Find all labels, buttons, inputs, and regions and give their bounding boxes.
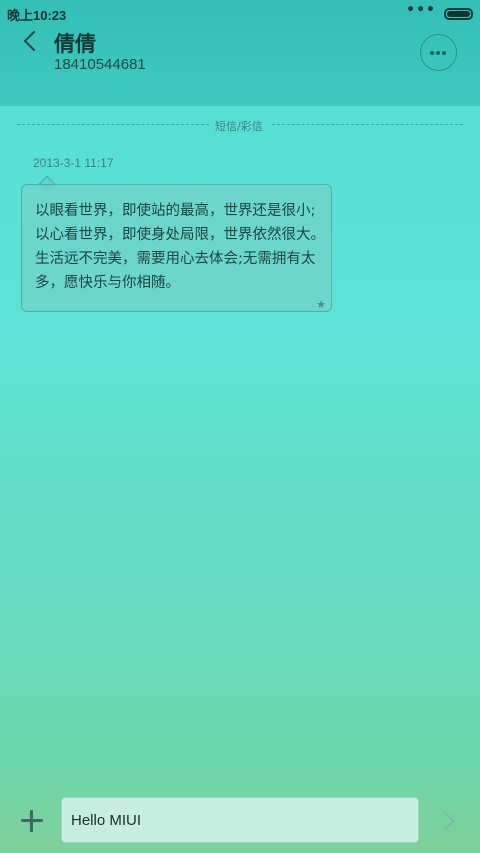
add-attachment-button[interactable] [18, 807, 46, 835]
status-bar: 晚上10:23 ••• [0, 0, 480, 26]
battery-icon [444, 8, 473, 20]
message-input-value: Hello MIUI [71, 812, 142, 829]
contact-name: 倩倩 [54, 32, 96, 56]
message-type-label: 短信/彩信 [215, 120, 263, 133]
back-button[interactable] [16, 26, 46, 56]
chevron-right-icon [444, 812, 455, 830]
message-text: 以眼看世界，即使站的最高，世界还是很小;以心看世界，即使身处局限，世界依然很大。… [35, 203, 325, 291]
chevron-left-icon [23, 30, 36, 52]
status-time: 晚上10:23 [7, 8, 67, 23]
more-options-button[interactable] [420, 34, 457, 71]
battery-level [447, 11, 470, 17]
message-input[interactable]: Hello MIUI [61, 797, 419, 843]
thread-divider-right [272, 124, 463, 125]
message-timestamp: 2013-3-1 11:17 [33, 156, 114, 170]
signal-dots-icon: ••• [406, 2, 436, 18]
send-button[interactable] [437, 806, 463, 836]
star-icon: ★ [316, 298, 326, 311]
more-dots-icon [436, 51, 440, 55]
thread-divider-left [17, 124, 209, 125]
more-dots-icon [430, 51, 434, 55]
message-bubble[interactable]: 以眼看世界，即使站的最高，世界还是很小;以心看世界，即使身处局限，世界依然很大。… [21, 184, 332, 312]
more-dots-icon [442, 51, 446, 55]
contact-phone-number: 18410544681 [54, 56, 146, 73]
